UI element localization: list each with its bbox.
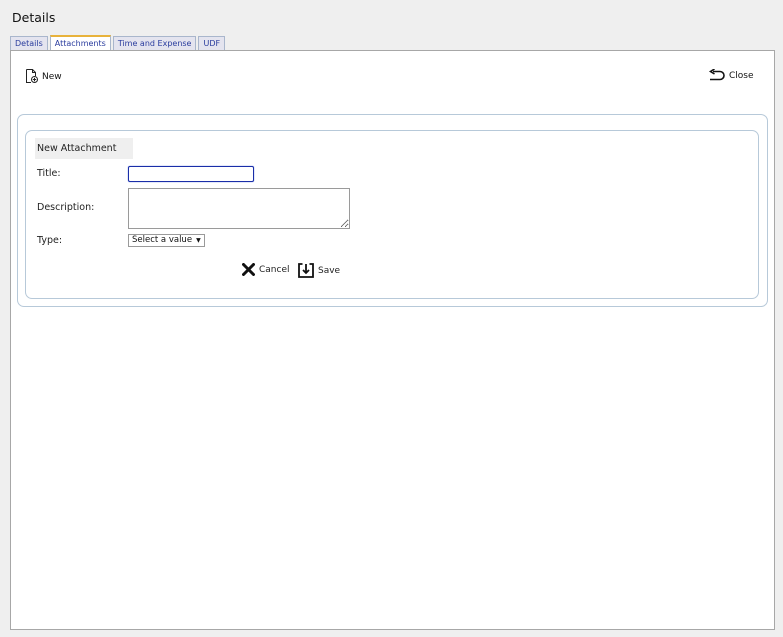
attachment-form-container: New Attachment Title: Description: Type:… [17,114,768,307]
type-label: Type: [37,235,63,246]
type-select-value: Select a value [132,235,193,245]
new-document-icon [26,69,38,83]
tab-udf[interactable]: UDF [198,36,226,50]
tab-time-and-expense[interactable]: Time and Expense [112,36,197,50]
triangle-down-icon: ▼ [196,237,201,244]
x-icon [242,263,255,276]
window-title: Details [12,10,56,25]
description-label: Description: [37,202,95,213]
tab-details[interactable]: Details [10,36,48,50]
save-download-icon [298,263,314,278]
fieldset-legend: New Attachment [35,138,133,159]
return-arrow-icon [709,69,725,81]
tab-attachments[interactable]: Attachments [49,35,111,51]
new-button-label: New [42,71,62,82]
title-label: Title: [37,168,61,179]
type-select[interactable]: Select a value ▼ [128,234,205,247]
close-button-label: Close [729,70,754,81]
attachments-panel: New Close New Attachment Title: Descript… [10,50,775,630]
save-button-label: Save [318,265,341,276]
cancel-button[interactable]: Cancel [242,263,290,276]
new-button[interactable]: New [25,69,62,84]
tab-bar: Details Attachments Time and Expense UDF [10,35,227,51]
description-textarea[interactable] [128,188,350,229]
save-button[interactable]: Save [298,263,340,278]
new-attachment-fieldset: New Attachment Title: Description: Type:… [25,130,759,299]
title-input[interactable] [128,166,254,182]
close-button[interactable]: Close [709,69,754,82]
cancel-button-label: Cancel [259,264,290,275]
